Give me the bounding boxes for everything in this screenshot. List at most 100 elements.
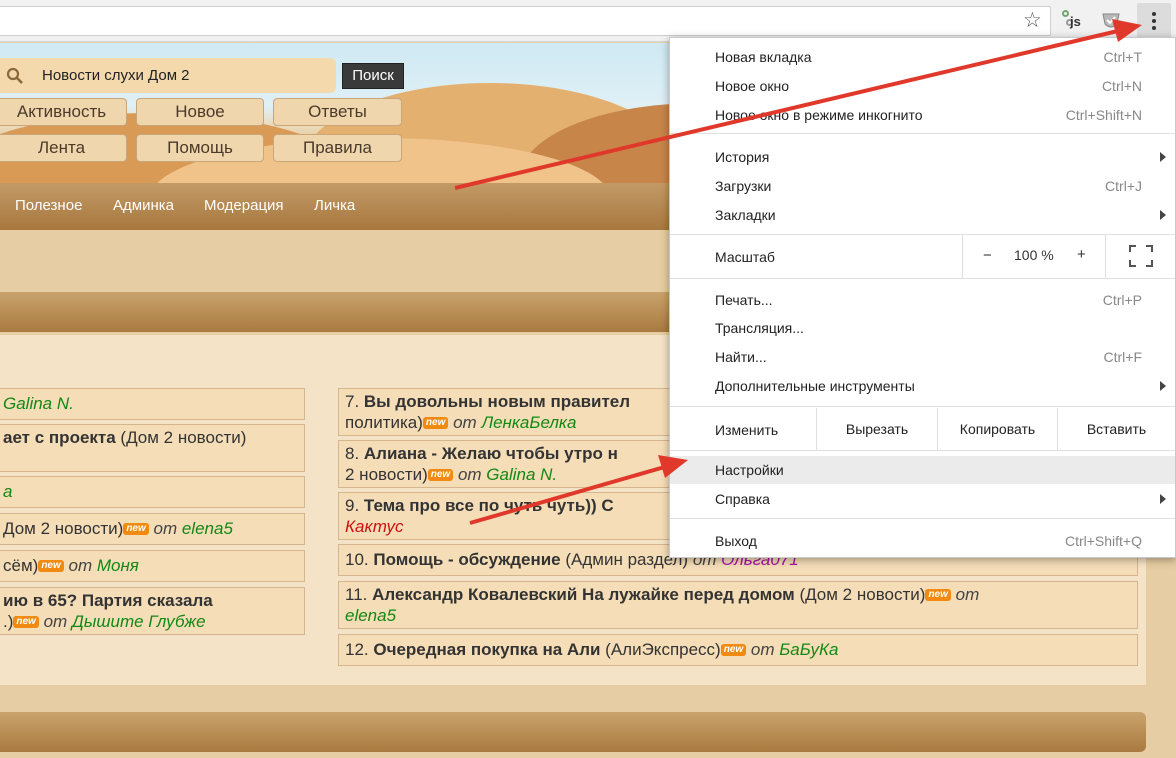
topic-number: 9. [345,496,364,515]
menu-label: Найти... [715,349,767,365]
menu-label: Дополнительные инструменты [715,378,915,394]
menu-new-tab[interactable]: Новая вкладка Ctrl+T [670,43,1175,71]
topic-author[interactable]: Моня [97,556,139,575]
chrome-menu: Новая вкладка Ctrl+T Новое окно Ctrl+N Нов… [669,37,1176,558]
topic-by: от [453,465,487,484]
menu-new-window[interactable]: Новое окно Ctrl+N [670,72,1175,100]
topic-author[interactable]: Galina N. [486,465,557,484]
topic-author[interactable]: ЛенкаБелка [481,413,576,432]
menubar-pm[interactable]: Личка [314,197,355,214]
paste-button[interactable]: Вставить [1057,408,1175,451]
chrome-menu-button[interactable] [1137,3,1171,39]
menu-settings[interactable]: Настройки [670,456,1175,484]
menu-label: История [715,149,770,165]
menu-cast[interactable]: Трансляция... [670,314,1175,342]
menu-exit[interactable]: Выход Ctrl+Shift+Q [670,527,1175,555]
topic-author[interactable]: Дышите Глубже [72,612,206,631]
menubar-useful[interactable]: Полезное [15,197,82,214]
topic-left-1[interactable]: Galina N. [0,388,305,420]
menu-shortcut: Ctrl+N [1101,78,1142,94]
topic-left-3[interactable]: а [0,476,305,508]
menu-separator [670,278,1175,279]
topic-title[interactable]: ию в 65? Партия сказала [3,591,213,610]
zoom-out-button[interactable]: − [983,247,992,264]
topic-author[interactable]: elena5 [345,606,396,625]
topic-author[interactable]: Кактус [345,517,403,536]
menu-separator [670,406,1175,407]
js-extension-icon[interactable]: js [1062,10,1086,32]
menubar-admin[interactable]: Админка [113,197,174,214]
menu-bookmarks[interactable]: Закладки [670,201,1175,229]
submenu-arrow-icon [1160,381,1166,391]
submenu-arrow-icon [1160,210,1166,220]
menu-incognito[interactable]: Новое окно в режиме инкогнито Ctrl+Shift+… [670,101,1175,129]
menu-label: Новое окно в режиме инкогнито [715,107,923,123]
nav-activity[interactable]: Активность [0,98,127,126]
search-input[interactable]: Новости слухи Дом 2 [42,67,190,84]
address-bar[interactable] [0,6,1051,36]
topic-number: 11. [345,585,373,604]
menu-find[interactable]: Найти... Ctrl+F [670,343,1175,371]
menu-label: Новое окно [715,78,790,94]
topic-left-6[interactable]: ию в 65? Партия сказала .) new от Дышите … [0,587,305,635]
topic-author[interactable]: elena5 [182,519,233,538]
topic-category: (Дом 2 новости) [794,585,926,604]
topic-category: (Дом 2 новости) [115,428,247,447]
topic-author[interactable]: а [3,482,12,501]
topic-title[interactable]: Вы довольны новым правител [364,392,630,411]
menu-label: Изменить [715,422,779,438]
submenu-arrow-icon [1160,152,1166,162]
topic-title[interactable]: Помощь - обсуждение [373,550,560,569]
fullscreen-icon[interactable] [1129,245,1153,267]
menu-shortcut: Ctrl+Shift+N [1065,107,1142,123]
topic-left-5[interactable]: сём) new от Моня [0,550,305,582]
new-badge: new [38,560,64,572]
topic-number: 10. [345,550,374,569]
section-footer-bar [0,712,1146,752]
nav-feed[interactable]: Лента [0,134,127,162]
topic-by: от [38,612,72,631]
menu-label: Трансляция... [715,320,804,336]
shield-extension-icon[interactable] [1100,10,1122,32]
topic-author[interactable]: БаБуКа [779,640,838,659]
topic-title[interactable]: Тема про все по чуть чуть)) С [364,496,614,515]
menu-shortcut: Ctrl+Shift+Q [1064,533,1142,549]
topic-number: 8. [345,444,364,463]
new-badge: new [422,417,449,429]
copy-button[interactable]: Копировать [937,408,1057,451]
cut-button[interactable]: Вырезать [816,408,937,451]
site-search-box[interactable]: Новости слухи Дом 2 [0,58,336,93]
new-badge: new [123,523,149,535]
topic-11[interactable]: 11. Александр Ковалевский На лужайке пер… [338,581,1138,629]
topic-title[interactable]: Алиана - Желаю чтобы утро н [364,444,618,463]
menu-more-tools[interactable]: Дополнительные инструменты [670,372,1175,400]
menu-label: Выход [715,533,757,549]
topic-title[interactable]: ает с проекта [3,428,116,447]
topic-author[interactable]: Galina N. [3,394,74,413]
search-button[interactable]: Поиск [342,63,404,89]
menu-label: Настройки [715,462,784,478]
new-badge: new [925,589,951,601]
topic-category: (АлиЭкспресс) [600,640,721,659]
menu-downloads[interactable]: Загрузки Ctrl+J [670,172,1175,200]
nav-answers[interactable]: Ответы [273,98,402,126]
topic-12[interactable]: 12. Очередная покупка на Али (АлиЭкспрес… [338,634,1138,666]
topic-title[interactable]: Александр Ковалевский На лужайке перед д… [372,585,795,604]
zoom-in-button[interactable]: + [1077,246,1086,263]
menu-history[interactable]: История [670,143,1175,171]
menubar-moderation[interactable]: Модерация [204,197,284,214]
menu-shortcut: Ctrl+P [1102,292,1142,308]
topic-left-2[interactable]: ает с проекта (Дом 2 новости) [0,424,305,472]
nav-new[interactable]: Новое [136,98,264,126]
menu-label: Новая вкладка [715,49,812,65]
menu-help[interactable]: Справка [670,485,1175,513]
topic-left-4[interactable]: Дом 2 новости) new от elena5 [0,513,305,545]
nav-help[interactable]: Помощь [136,134,264,162]
menu-label: Масштаб [715,249,775,265]
menu-print[interactable]: Печать... Ctrl+P [670,286,1175,314]
zoom-controls: − 100 % + [962,235,1106,279]
nav-rules[interactable]: Правила [273,134,402,162]
topic-title[interactable]: Очередная покупка на Али [373,640,600,659]
zoom-level: 100 % [1014,247,1054,263]
bookmark-star-icon[interactable]: ☆ [1023,9,1042,33]
